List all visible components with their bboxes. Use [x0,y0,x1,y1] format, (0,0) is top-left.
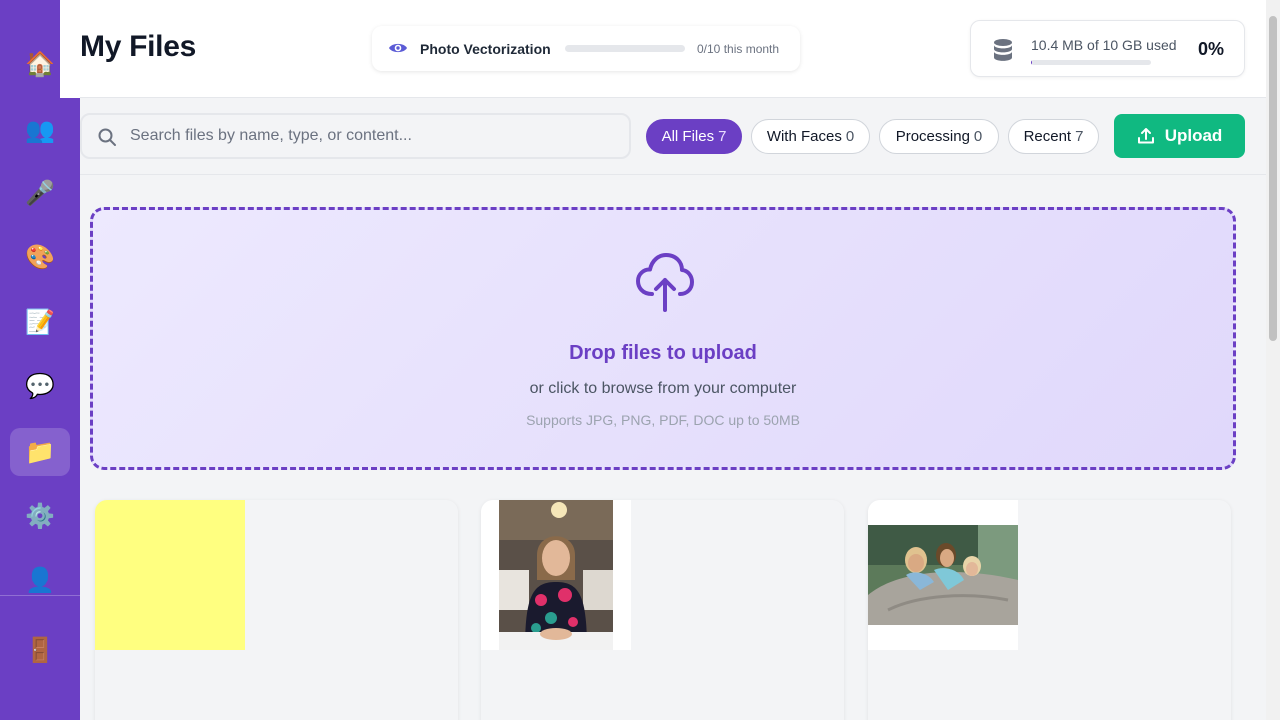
dropzone-subtitle: or click to browse from your computer [529,380,797,397]
filter-label: Recent [1023,128,1072,145]
microphone-icon[interactable]: 🎤 [10,169,70,217]
file-card[interactable] [868,500,1231,720]
filter-label: All Files [661,128,715,145]
search-box[interactable] [80,113,631,159]
upload-label: Upload [1164,126,1223,145]
filter-all-files[interactable]: All Files 7 [646,119,742,154]
filter-label: With Faces [766,128,842,145]
upload-button[interactable]: Upload [1114,114,1245,158]
filter-processing[interactable]: Processing 0 [879,119,999,154]
vectorization-count: 0/10 this month [697,42,780,56]
file-card[interactable] [95,500,458,720]
upload-dropzone[interactable]: Drop files to upload or click to browse … [90,207,1236,470]
filter-recent[interactable]: Recent 7 [1008,119,1099,154]
vectorization-usage-card: Photo Vectorization 0/10 this month [372,26,800,71]
toolbar-divider [80,174,1266,175]
dropzone-title: Drop files to upload [569,342,757,364]
filter-label: Processing [895,128,970,145]
file-card[interactable] [481,500,844,720]
filter-count: 7 [1075,128,1084,145]
storage-usage-card: 10.4 MB of 10 GB used 0% [970,20,1245,77]
logout-door-icon[interactable]: 🚪 [10,626,70,674]
filter-count: 7 [718,128,727,145]
sidebar-divider [0,595,80,596]
filter-count: 0 [973,128,983,145]
storage-text: 10.4 MB of 10 GB used [1031,37,1177,53]
filter-count: 0 [845,128,855,145]
file-thumbnail[interactable] [95,500,245,650]
profile-icon[interactable]: 👤 [10,556,70,604]
sidebar: 🏠 👥 🎤 🎨 📝 💬 📁 ⚙️ 👤 🚪 [0,0,80,720]
header-corner [60,0,80,98]
storage-progress-bar [1031,60,1151,65]
vectorization-progress-bar [565,45,685,52]
upload-icon [1137,128,1154,144]
gear-icon[interactable]: ⚙️ [10,492,70,540]
vectorization-label: Photo Vectorization [420,41,551,57]
notes-icon[interactable]: 📝 [10,298,70,346]
database-icon [994,39,1012,61]
storage-percent: 0% [1197,39,1224,59]
cloud-upload-icon [636,253,694,312]
file-thumbnail[interactable] [868,500,1018,650]
folder-icon[interactable]: 📁 [10,428,70,476]
people-icon[interactable]: 👥 [10,106,70,154]
filter-with-faces[interactable]: With Faces 0 [751,119,870,154]
page-title: My Files [80,30,196,63]
eye-icon [389,43,407,53]
file-thumbnail[interactable] [481,500,631,650]
chat-icon[interactable]: 💬 [10,362,70,410]
palette-icon[interactable]: 🎨 [10,233,70,281]
search-input[interactable] [130,123,610,149]
scrollbar-thumb[interactable] [1269,16,1277,341]
dropzone-hint: Supports JPG, PNG, PDF, DOC up to 50MB [526,412,800,428]
search-icon [98,128,116,146]
page-header: My Files Photo Vectorization 0/10 this m… [60,0,1266,98]
